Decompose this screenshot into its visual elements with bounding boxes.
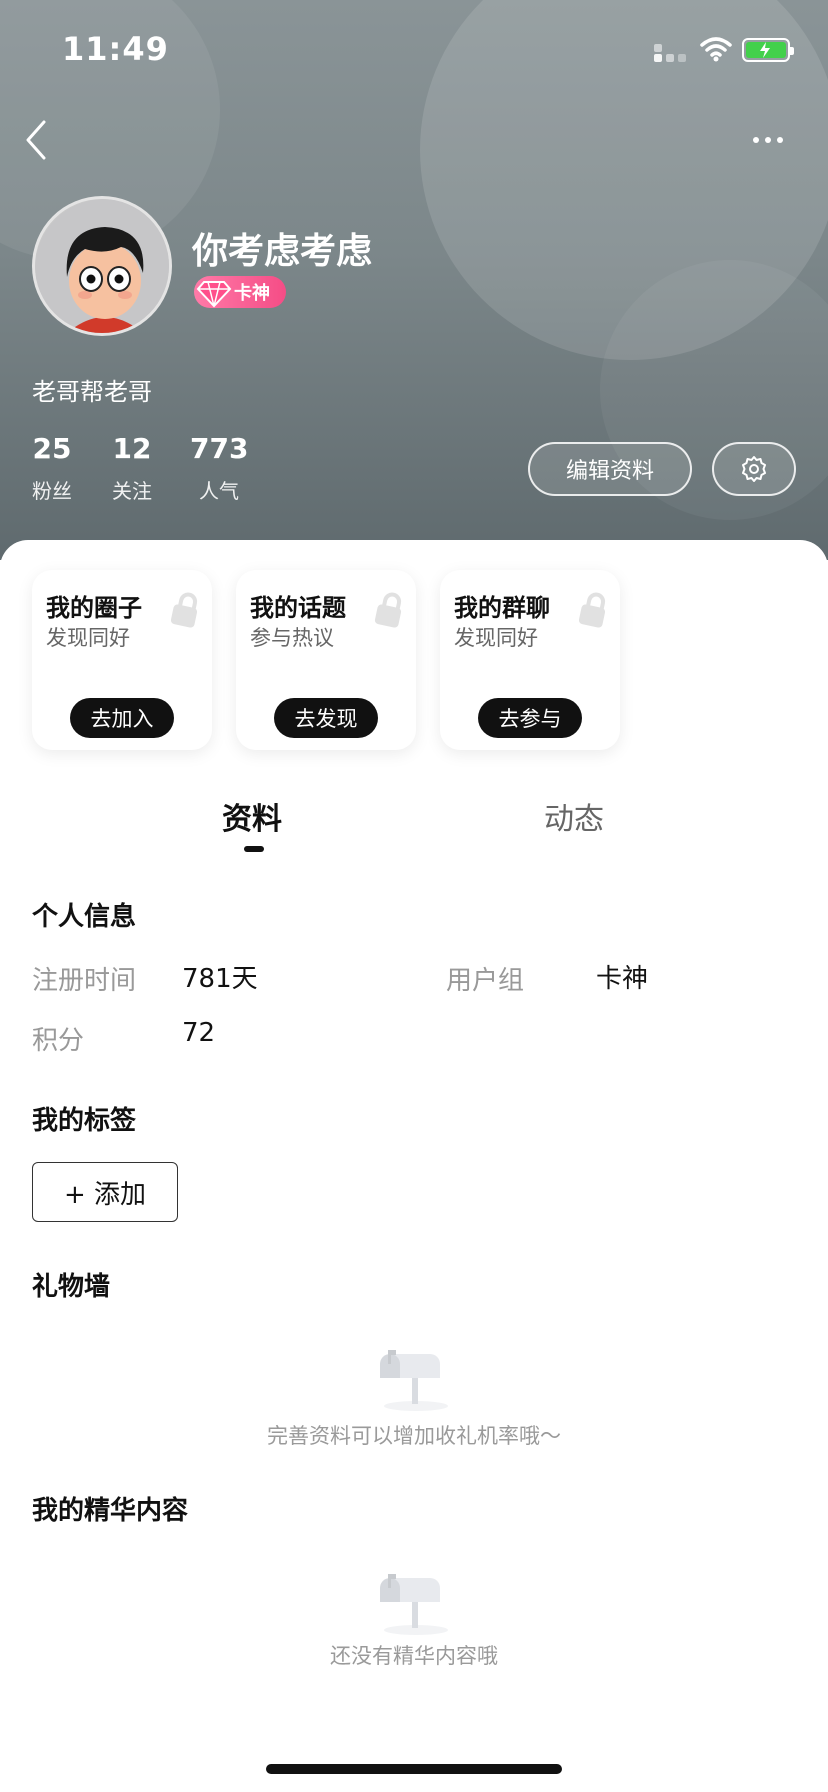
lock-icon	[170, 592, 198, 628]
stat-fans-label: 粉丝	[32, 479, 72, 503]
diamond-icon	[196, 281, 232, 308]
home-indicator[interactable]	[266, 1764, 562, 1774]
status-time: 11:49	[62, 30, 169, 68]
card-title: 我的群聊	[454, 594, 550, 622]
profile-content-sheet: 我的圈子 发现同好 去加入 我的话题 参与热议 去发现 我的群聊 发现同好 去参…	[0, 540, 828, 1792]
card-my-circles[interactable]: 我的圈子 发现同好 去加入	[32, 570, 212, 750]
card-subtitle: 参与热议	[250, 626, 334, 650]
highlights-empty-text: 还没有精华内容哦	[330, 1644, 498, 1668]
highlights-title: 我的精华内容	[32, 1496, 189, 1526]
stat-fans[interactable]: 25 粉丝	[30, 432, 74, 504]
stat-following-value: 12	[112, 432, 152, 465]
active-tab-indicator	[244, 846, 264, 852]
card-title: 我的圈子	[46, 594, 142, 622]
empty-mailbox-icon	[380, 1350, 448, 1411]
battery-icon	[742, 38, 794, 62]
personal-info-title: 个人信息	[32, 902, 137, 932]
lock-icon	[578, 592, 606, 628]
username: 你考虑考虑	[192, 231, 373, 272]
stat-following-label: 关注	[112, 479, 152, 503]
tab-profile-info[interactable]: 资料	[222, 794, 282, 838]
status-bar: 11:49	[0, 0, 828, 100]
stat-popularity-label: 人气	[199, 479, 239, 503]
card-subtitle: 发现同好	[46, 626, 130, 650]
add-tag-button[interactable]: + 添加	[32, 1162, 178, 1222]
user-group-label: 用户组	[446, 966, 525, 996]
avatar[interactable]	[32, 196, 172, 336]
stat-popularity-value: 773	[190, 432, 249, 465]
cellular-signal-icon	[654, 44, 688, 64]
card-my-topics[interactable]: 我的话题 参与热议 去发现	[236, 570, 416, 750]
points-label: 积分	[32, 1026, 85, 1056]
stat-following[interactable]: 12 关注	[110, 432, 154, 504]
wifi-icon	[700, 37, 732, 62]
join-circle-button[interactable]: 去加入	[70, 698, 174, 738]
my-tags-title: 我的标签	[32, 1106, 137, 1136]
user-badge[interactable]: 卡神	[194, 276, 286, 308]
register-time-value: 781天	[182, 964, 258, 994]
points-value: 72	[182, 1018, 216, 1048]
stat-popularity[interactable]: 773 人气	[190, 432, 248, 504]
gear-icon	[742, 456, 766, 482]
user-signature: 老哥帮老哥	[32, 378, 152, 406]
gift-wall-title: 礼物墙	[32, 1272, 111, 1302]
discover-topics-button[interactable]: 去发现	[274, 698, 378, 738]
card-my-group-chats[interactable]: 我的群聊 发现同好 去参与	[440, 570, 620, 750]
edit-profile-button[interactable]: 编辑资料	[528, 442, 692, 496]
card-subtitle: 发现同好	[454, 626, 538, 650]
empty-mailbox-icon	[380, 1574, 448, 1635]
profile-header: 11:49 你考虑考虑 卡神 老哥帮老哥 25 粉丝 12 关注 773 人气 …	[0, 0, 828, 560]
tab-activity[interactable]: 动态	[544, 794, 604, 838]
lock-icon	[374, 592, 402, 628]
register-time-label: 注册时间	[32, 966, 137, 996]
card-title: 我的话题	[250, 594, 346, 622]
more-options-icon[interactable]	[748, 128, 788, 152]
user-group-value: 卡神	[596, 964, 649, 994]
join-group-chat-button[interactable]: 去参与	[478, 698, 582, 738]
badge-label: 卡神	[234, 283, 270, 304]
back-icon[interactable]	[22, 118, 52, 162]
gift-wall-empty-text: 完善资料可以增加收礼机率哦～	[267, 1424, 561, 1448]
stat-fans-value: 25	[32, 432, 72, 465]
settings-button[interactable]	[712, 442, 796, 496]
